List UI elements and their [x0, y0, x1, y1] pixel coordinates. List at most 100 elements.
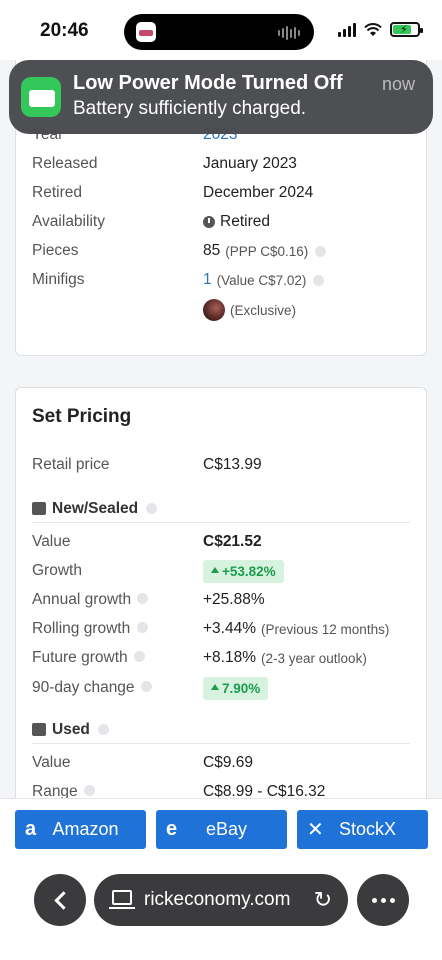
amazon-icon: a	[25, 818, 37, 840]
tabs-icon[interactable]	[109, 890, 135, 909]
help-icon[interactable]	[84, 785, 95, 796]
cellular-signal-icon	[338, 22, 356, 37]
availability-label: Availability	[32, 213, 105, 230]
rolling-growth-note: (Previous 12 months)	[261, 621, 390, 637]
back-button[interactable]	[34, 874, 86, 926]
reload-icon[interactable]: ↻	[314, 887, 332, 913]
box-icon	[32, 502, 46, 515]
used-label: Used	[52, 720, 90, 738]
new-value-amount: C$21.52	[203, 533, 262, 550]
ninety-day-change-value: 7.90%	[222, 680, 261, 696]
used-value-amount: C$9.69	[203, 754, 253, 771]
growth-label: Growth	[32, 562, 82, 579]
new-sealed-heading: New/Sealed	[32, 495, 410, 523]
released-row: Released January 2023	[32, 152, 410, 176]
more-button[interactable]	[357, 874, 409, 926]
page-content[interactable]: Year 2023 Released January 2023 Retired …	[0, 60, 442, 798]
pieces-label: Pieces	[32, 242, 79, 259]
used-range-label: Range	[32, 783, 78, 798]
minifigs-value-note: (Value C$7.02)	[216, 272, 307, 288]
notification-title: Low Power Mode Turned Off	[73, 72, 343, 94]
browser-toolbar: rickeconomy.com ↻	[0, 854, 442, 960]
minifigs-label: Minifigs	[32, 271, 85, 288]
availability-row: Availability Retired	[32, 210, 410, 234]
ebay-icon: e	[166, 818, 178, 840]
new-sealed-label: New/Sealed	[52, 499, 139, 517]
help-icon[interactable]	[140, 681, 152, 692]
rolling-growth-value: +3.44%	[203, 620, 257, 637]
used-value-label: Value	[32, 754, 71, 771]
amazon-button[interactable]: a Amazon	[15, 810, 146, 849]
help-icon[interactable]	[97, 724, 109, 735]
released-value: January 2023	[203, 155, 297, 172]
notification-time: now	[381, 74, 415, 94]
new-value-row: Value C$21.52	[32, 530, 410, 554]
retired-row: Retired December 2024	[32, 181, 410, 205]
help-icon[interactable]	[313, 274, 325, 286]
chevron-left-icon	[53, 890, 73, 910]
retail-price-row: Retail price C$13.99	[32, 453, 410, 477]
audio-wave-icon	[278, 26, 300, 40]
arrow-up-icon	[211, 684, 219, 690]
help-icon[interactable]	[315, 245, 327, 257]
new-value-label: Value	[32, 533, 71, 550]
ninety-day-change-label: 90-day change	[32, 679, 135, 696]
status-time: 20:46	[40, 20, 89, 41]
ppp-note: (PPP C$0.16)	[225, 243, 309, 259]
retail-price-value: C$13.99	[203, 456, 262, 473]
status-icons: ⚡	[338, 22, 423, 37]
dynamic-island[interactable]	[124, 14, 314, 50]
minifigs-link[interactable]: 1	[203, 271, 212, 289]
rolling-growth-row: Rolling growth +3.44% (Previous 12 month…	[32, 617, 410, 641]
notification-body: Battery sufficiently charged.	[73, 98, 307, 119]
growth-row: Growth +53.82%	[32, 559, 410, 583]
future-growth-row: Future growth +8.18% (2-3 year outlook)	[32, 646, 410, 670]
wifi-icon	[364, 22, 382, 36]
stockx-button[interactable]: ✕ StockX	[297, 810, 428, 849]
annual-growth-value: +25.88%	[203, 591, 265, 608]
future-growth-label: Future growth	[32, 649, 128, 666]
exclusive-label: (Exclusive)	[230, 302, 297, 318]
set-pricing-title: Set Pricing	[32, 406, 132, 427]
used-value-row: Value C$9.69	[32, 751, 410, 775]
future-growth-value: +8.18%	[203, 649, 257, 666]
open-box-icon	[32, 723, 46, 736]
status-bar: 20:46 ⚡	[0, 0, 442, 60]
ninety-day-badge: 7.90%	[203, 676, 269, 700]
used-range-value: C$8.99 - C$16.32	[203, 783, 326, 798]
pieces-row: Pieces 85 (PPP C$0.16)	[32, 239, 410, 263]
future-growth-note: (2-3 year outlook)	[261, 650, 367, 666]
growth-value: +53.82%	[222, 563, 276, 579]
help-icon[interactable]	[137, 593, 149, 604]
help-icon[interactable]	[133, 651, 145, 662]
app-icon	[136, 22, 156, 42]
retired-value: December 2024	[203, 184, 314, 201]
used-range-row: Range C$8.99 - C$16.32	[32, 780, 410, 798]
pieces-value: 85	[203, 242, 221, 259]
minifig-thumbnail[interactable]	[203, 299, 225, 321]
help-icon[interactable]	[136, 622, 148, 633]
ninety-day-change-row: 90-day change 7.90%	[32, 676, 410, 700]
retired-label: Retired	[32, 184, 82, 201]
stockx-icon: ✕	[307, 819, 324, 841]
minifigs-row: Minifigs 1 (Value C$7.02)	[32, 268, 410, 292]
address-bar[interactable]: rickeconomy.com ↻	[94, 874, 348, 926]
help-icon[interactable]	[146, 503, 158, 514]
store-links-bar: a Amazon e eBay ✕ StockX	[0, 798, 442, 854]
annual-growth-row: Annual growth +25.88%	[32, 588, 410, 612]
minifig-exclusive-row: (Exclusive)	[32, 298, 410, 322]
growth-badge: +53.82%	[203, 559, 284, 583]
ellipsis-icon	[371, 897, 395, 903]
rolling-growth-label: Rolling growth	[32, 620, 131, 637]
set-pricing-card: Set Pricing Retail price C$13.99 New/Sea…	[15, 387, 427, 798]
low-power-notification[interactable]: Low Power Mode Turned Off Battery suffic…	[9, 60, 433, 134]
battery-icon	[21, 77, 61, 117]
ebay-button[interactable]: e eBay	[156, 810, 287, 849]
annual-growth-label: Annual growth	[32, 591, 132, 608]
arrow-up-icon	[211, 567, 219, 573]
battery-icon: ⚡	[390, 22, 423, 37]
availability-value: Retired	[220, 213, 270, 230]
url-text: rickeconomy.com	[144, 889, 291, 910]
used-heading: Used	[32, 716, 410, 744]
clock-icon	[203, 216, 215, 228]
